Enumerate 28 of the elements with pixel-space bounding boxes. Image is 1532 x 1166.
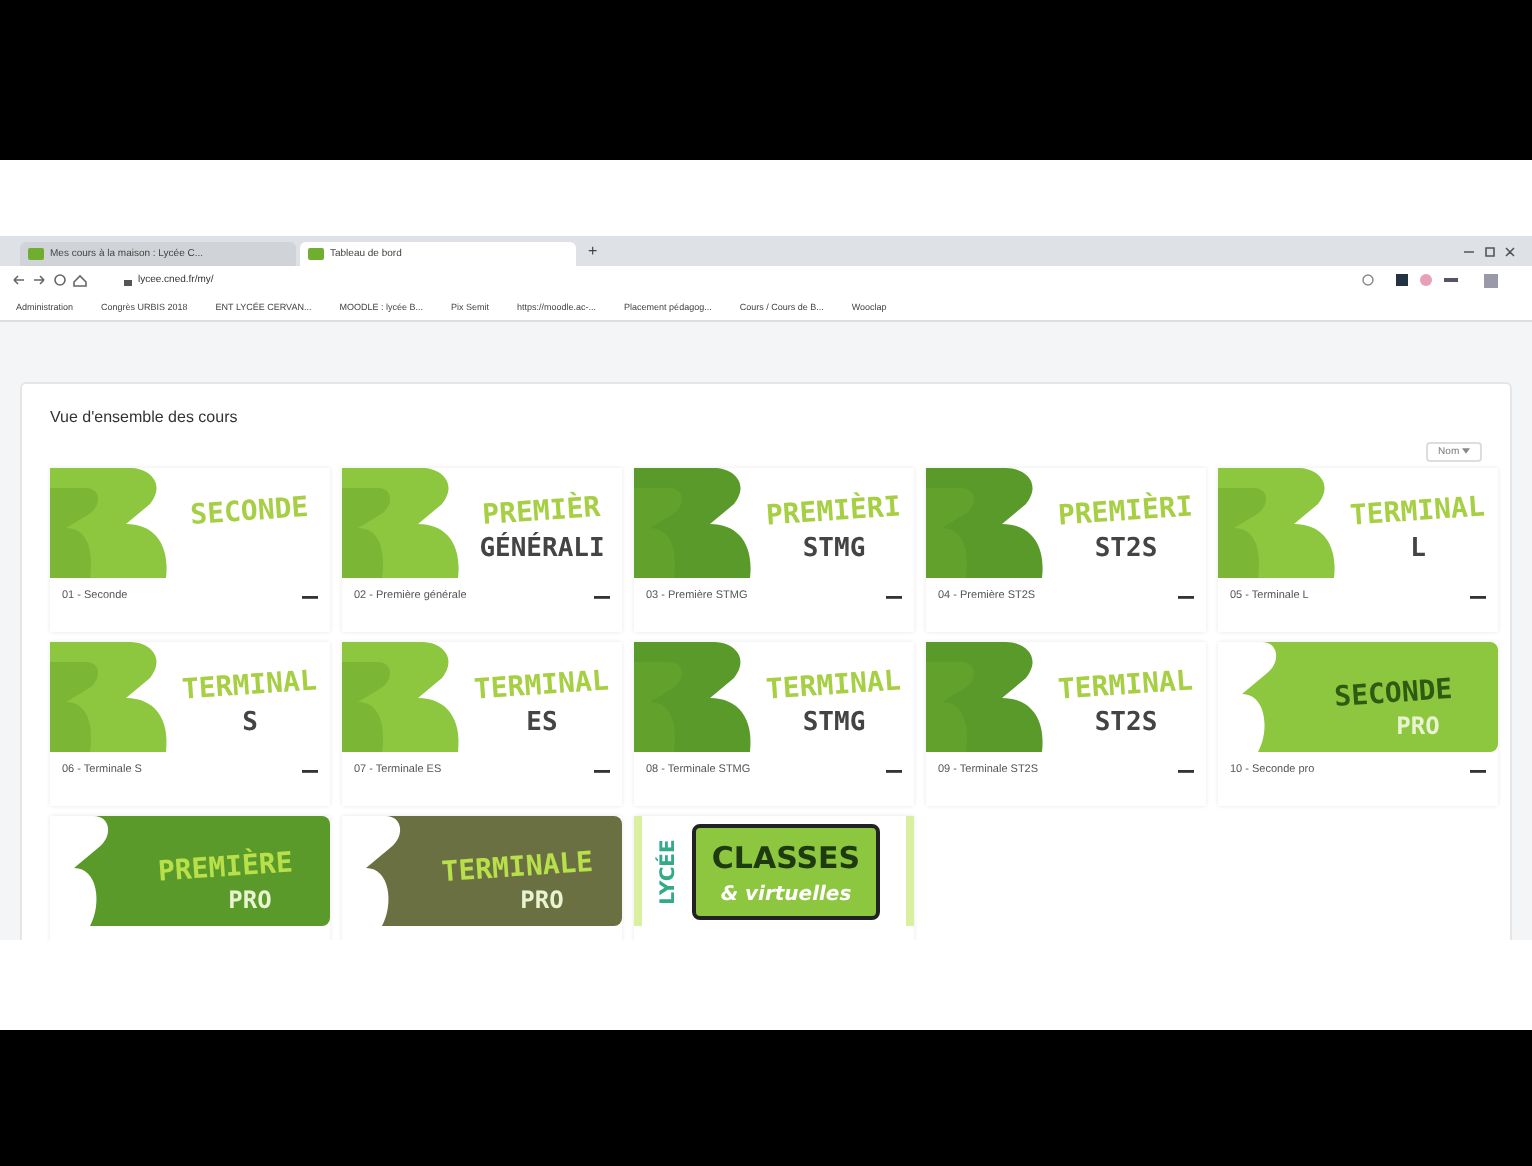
more-options-icon[interactable] <box>886 767 902 773</box>
section-title: Vue d'ensemble des cours <box>50 408 240 426</box>
course-image: TERMINAL STMG <box>634 642 914 752</box>
lock-icon <box>124 275 132 285</box>
course-image: TERMINAL S <box>50 642 330 752</box>
more-options-icon[interactable] <box>1470 593 1486 599</box>
course-image: SECONDE PRO <box>1218 642 1498 752</box>
navigation-icon[interactable] <box>12 272 92 288</box>
course-image: SECONDE <box>50 468 330 578</box>
window-controls-icon[interactable] <box>1460 243 1520 259</box>
course-image: PREMIÈRI STMG <box>634 468 914 578</box>
site-icon <box>308 248 324 260</box>
more-options-icon[interactable] <box>302 767 318 773</box>
more-options-icon[interactable] <box>302 593 318 599</box>
course-image: PREMIÈR GÉNÉRALI <box>342 468 622 578</box>
more-options-icon[interactable] <box>1178 767 1194 773</box>
course-image: TERMINAL ES <box>342 642 622 752</box>
more-options-icon[interactable] <box>1470 767 1486 773</box>
caret-icon <box>1462 448 1470 455</box>
more-options-icon[interactable] <box>594 767 610 773</box>
site-icon <box>28 248 44 260</box>
course-image: PREMIÈRI ST2S <box>926 468 1206 578</box>
more-options-icon[interactable] <box>886 593 902 599</box>
more-options-icon[interactable] <box>594 593 610 599</box>
new-tab-button[interactable]: + <box>580 242 606 260</box>
more-options-icon[interactable] <box>1178 593 1194 599</box>
course-image: TERMINAL ST2S <box>926 642 1206 752</box>
course-image: TERMINAL L <box>1218 468 1498 578</box>
